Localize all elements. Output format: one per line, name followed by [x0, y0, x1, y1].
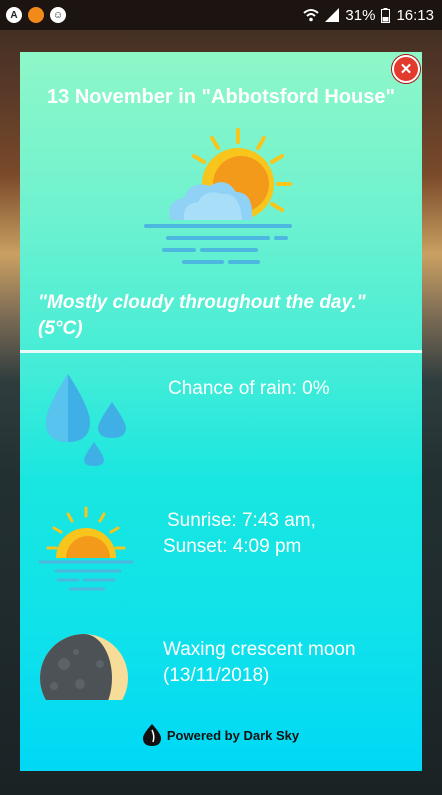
weather-dialog: ✕ 13 November in "Abbotsford House" "Mos… — [20, 52, 422, 771]
moon-info: Waxing crescent moon (13/11/2018) — [163, 637, 356, 689]
dialog-title: 13 November in "Abbotsford House" — [47, 86, 395, 108]
wifi-icon — [303, 9, 320, 22]
partly-cloudy-icon — [144, 128, 292, 264]
signal-icon — [325, 8, 340, 22]
powered-by-link[interactable]: Powered by Dark Sky — [20, 724, 422, 746]
system-status: 31% 16:13 — [303, 7, 442, 24]
sun-times: Sunrise: 7:43 am, Sunset: 4:09 pm — [163, 508, 316, 560]
moon-phase-label: Waxing crescent moon — [163, 639, 356, 660]
battery-percent: 31% — [345, 6, 376, 24]
sunrise-sunset-icon — [38, 506, 134, 591]
app-a-icon: A — [6, 7, 22, 23]
divider — [20, 350, 422, 353]
status-bar: A ☺ 31% 16:13 — [0, 0, 442, 30]
powered-by-text: Powered by Dark Sky — [166, 727, 300, 743]
smiley-icon: ☺ — [50, 7, 66, 23]
moon-date: (13/11/2018) — [163, 665, 270, 686]
sunset-time: Sunset: 4:09 pm — [163, 536, 302, 557]
clock: 16:13 — [396, 6, 434, 24]
close-button[interactable]: ✕ — [392, 55, 420, 83]
notification-icons: A ☺ — [0, 7, 66, 23]
dark-sky-logo-icon — [142, 724, 161, 746]
weather-summary: "Mostly cloudy throughout the day." (5°C… — [38, 292, 366, 339]
sunrise-time: Sunrise: 7:43 am, — [167, 510, 316, 531]
battery-icon — [381, 7, 391, 23]
rain-chance: Chance of rain: 0% — [168, 378, 330, 399]
raindrops-icon — [46, 374, 126, 466]
orange-dot-icon — [28, 7, 44, 23]
close-icon: ✕ — [399, 61, 413, 78]
moon-phase-icon — [40, 634, 128, 700]
